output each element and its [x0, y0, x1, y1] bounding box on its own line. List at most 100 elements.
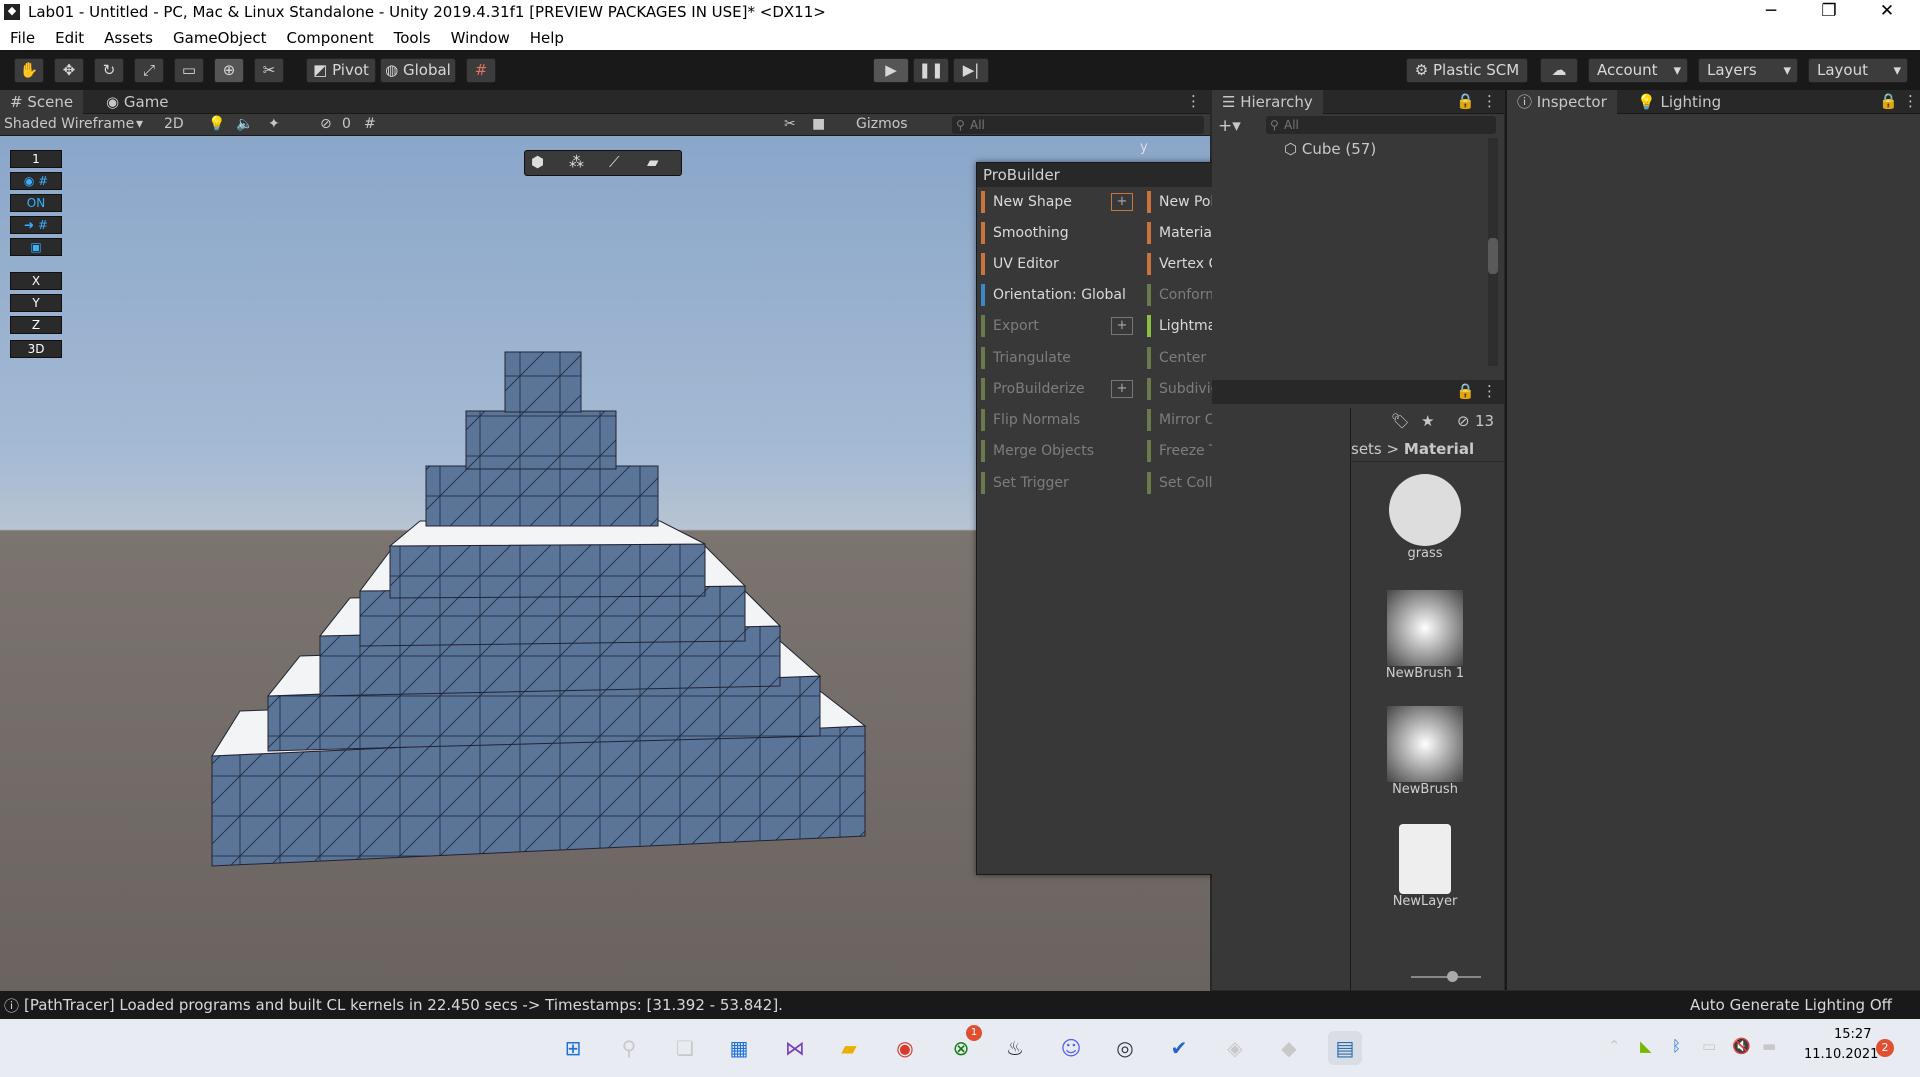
axis-x-toggle[interactable]: X [10, 272, 62, 290]
layout-dropdown[interactable]: Layout ▾ [1808, 58, 1908, 83]
more-options-icon[interactable]: ⋮ [1482, 382, 1497, 400]
steam-icon[interactable]: ♨ [998, 1031, 1032, 1065]
grid-icon[interactable]: # [364, 114, 376, 134]
asset-newbrush[interactable]: NewBrush [1385, 706, 1465, 797]
global-toggle[interactable]: ◍ Global [380, 58, 456, 83]
asset-grass[interactable]: grass [1385, 474, 1465, 561]
plus-icon[interactable]: + [1111, 380, 1133, 398]
pb-triangulate[interactable]: Triangulate [981, 347, 1071, 369]
audio-icon[interactable]: 🔈 [236, 114, 253, 134]
close-button[interactable]: ✕ [1864, 1, 1910, 21]
object-mode-icon[interactable]: ⬢ [531, 153, 544, 171]
profiler-icon[interactable]: ▤ [1328, 1031, 1362, 1065]
lock-icon[interactable]: 🔒 [1456, 382, 1475, 400]
scrollbar[interactable] [1488, 138, 1498, 366]
custom-tool-icon[interactable]: ✂ [254, 58, 284, 83]
pb-probuilderize[interactable]: ProBuilderize [981, 378, 1085, 400]
overlay-num[interactable]: 1 [10, 150, 62, 168]
clock-date[interactable]: 11.10.2021 [1804, 1047, 1878, 1062]
vertex-mode-icon[interactable]: ⁂ [569, 153, 584, 171]
asset-newbrush-1[interactable]: NewBrush 1 [1385, 590, 1465, 681]
cloud-button[interactable]: ☁ [1540, 58, 1578, 83]
battery-icon[interactable]: ▬ [1762, 1037, 1776, 1055]
face-mode-icon[interactable]: ▰ [647, 153, 659, 171]
pb-flip-normals[interactable]: Flip Normals [981, 409, 1080, 431]
pb-uv-editor[interactable]: UV Editor [981, 253, 1059, 275]
pb-smoothing[interactable]: Smoothing [981, 222, 1069, 244]
hidden-icon[interactable]: ⊘ [1457, 412, 1470, 430]
grid-snap-icon[interactable]: # [466, 58, 496, 83]
menu-gameobject[interactable]: GameObject [163, 25, 277, 47]
light-icon[interactable]: 💡 [208, 114, 225, 134]
effects-icon[interactable]: ✦ [268, 114, 280, 134]
xbox-icon[interactable]: ⊗ 1 [944, 1025, 982, 1065]
more-options-icon[interactable]: ⋮ [1186, 92, 1201, 110]
task-view-icon[interactable]: ❏ [668, 1031, 702, 1065]
breadcrumb-current[interactable]: Material [1404, 440, 1474, 458]
clock-time[interactable]: 15:27 [1834, 1027, 1871, 1042]
menu-help[interactable]: Help [520, 25, 574, 47]
on-toggle[interactable]: ON [10, 194, 62, 212]
search-icon[interactable]: ⚲ [612, 1031, 646, 1065]
tab-scene[interactable]: # Scene [0, 90, 84, 114]
tab-game[interactable]: ◉ Game [96, 90, 179, 114]
arrow-toggle-icon[interactable]: ➜ # [10, 216, 62, 234]
menu-assets[interactable]: Assets [94, 25, 163, 47]
status-message[interactable]: [PathTracer] Loaded programs and built C… [24, 996, 783, 1014]
transform-tool-icon[interactable]: ⊕ [214, 58, 244, 83]
hierarchy-item[interactable]: ⬡ Cube (57) [1284, 140, 1376, 158]
tab-inspector[interactable]: ⓘ Inspector [1507, 90, 1617, 114]
rotate-tool-icon[interactable]: ↻ [94, 58, 124, 83]
plus-icon[interactable]: + [1111, 193, 1133, 211]
start-icon[interactable]: ⊞ [556, 1031, 590, 1065]
edge-mode-icon[interactable]: ⟋ [609, 153, 620, 171]
more-options-icon[interactable]: ⋮ [1482, 92, 1497, 110]
scale-tool-icon[interactable]: ⤢ [134, 58, 164, 83]
notification-badge[interactable]: 2 [1876, 1039, 1894, 1057]
pb-orientation[interactable]: Orientation: Global [981, 284, 1126, 306]
pivot-toggle[interactable]: ◩ Pivot [306, 58, 376, 83]
step-button[interactable]: ▶| [953, 58, 989, 83]
tab-hierarchy[interactable]: ☰ Hierarchy [1212, 90, 1323, 114]
restore-button[interactable]: ❐ [1806, 1, 1852, 21]
asset-newlayer[interactable]: NewLayer [1385, 824, 1465, 909]
add-icon[interactable]: +▾ [1218, 116, 1241, 136]
pb-merge-objects[interactable]: Merge Objects [981, 440, 1094, 462]
pb-export[interactable]: Export [981, 315, 1039, 337]
tab-lighting[interactable]: 💡 Lighting [1627, 90, 1731, 114]
menu-file[interactable]: File [0, 25, 45, 47]
lock-toggle-icon[interactable]: ▣ [10, 238, 62, 256]
unity-icon[interactable]: ◆ [1272, 1031, 1306, 1065]
pb-set-trigger[interactable]: Set Trigger [981, 472, 1069, 494]
play-button[interactable]: ▶ [873, 58, 909, 83]
move-tool-icon[interactable]: ✥ [54, 58, 84, 83]
zoom-slider[interactable] [1411, 971, 1481, 982]
pb-new-shape[interactable]: New Shape [981, 191, 1072, 213]
shading-mode-dropdown[interactable]: Shaded Wireframe [4, 114, 134, 134]
chrome-icon[interactable]: ◉ [888, 1031, 922, 1065]
mode-2d-toggle[interactable]: 2D [164, 114, 184, 134]
chevron-up-icon[interactable]: ⌃ [1608, 1037, 1621, 1055]
more-options-icon[interactable]: ⋮ [1903, 92, 1918, 110]
menu-window[interactable]: Window [441, 25, 520, 47]
lock-icon[interactable]: 🔒 [1879, 92, 1898, 110]
obs-icon[interactable]: ◎ [1108, 1031, 1142, 1065]
discord-icon[interactable]: ☺ [1054, 1031, 1088, 1065]
todo-icon[interactable]: ✔ [1162, 1031, 1196, 1065]
breadcrumb-prev[interactable]: sets [1351, 440, 1382, 458]
lock-icon[interactable]: 🔒 [1456, 92, 1475, 110]
label-icon[interactable]: 🏷 [1391, 412, 1410, 430]
volume-icon[interactable]: 🔇 [1732, 1037, 1751, 1055]
menu-tools[interactable]: Tools [384, 25, 441, 47]
minimize-button[interactable]: ─ [1748, 1, 1794, 21]
tools-icon[interactable]: ✂ [784, 114, 796, 134]
network-icon[interactable]: ▭ [1702, 1037, 1716, 1055]
scene-search-input[interactable]: ⚲ All [952, 116, 1204, 134]
menu-component[interactable]: Component [277, 25, 384, 47]
file-explorer-icon[interactable]: ▰ [832, 1031, 866, 1065]
widgets-icon[interactable]: ▦ [722, 1031, 756, 1065]
gizmos-dropdown[interactable]: Gizmos [856, 114, 908, 134]
hidden-icon[interactable]: ⊘ [320, 114, 332, 134]
camera-icon[interactable]: ■ [812, 114, 825, 134]
plastic-scm-button[interactable]: ⚙ Plastic SCM [1406, 58, 1528, 83]
